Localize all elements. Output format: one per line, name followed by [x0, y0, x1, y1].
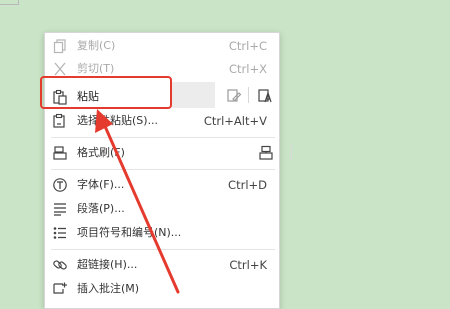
red-arrow-annotation — [95, 109, 180, 294]
